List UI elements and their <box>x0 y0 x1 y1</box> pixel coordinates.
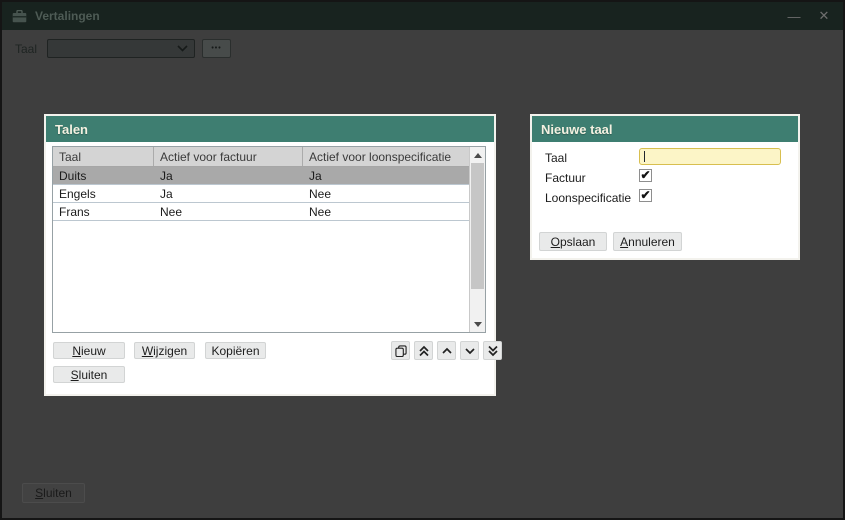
taal-toolbar-label: Taal <box>15 42 38 56</box>
factuur-checkbox[interactable]: ✔ <box>639 169 652 182</box>
wijzigen-button[interactable]: Wijzigen <box>134 342 195 359</box>
move-bottom-button[interactable] <box>483 341 502 360</box>
talen-panel-header: Talen <box>46 116 494 142</box>
toolbox-icon <box>12 9 27 22</box>
table-scrollbar[interactable] <box>469 147 485 332</box>
cell-factuur: Ja <box>160 187 173 201</box>
scrollbar-thumb[interactable] <box>471 163 484 289</box>
table-row[interactable]: Engels Ja Nee <box>53 185 470 203</box>
table-row[interactable]: Frans Nee Nee <box>53 203 470 221</box>
talen-table-header: Taal Actief voor factuur Actief voor loo… <box>53 147 470 167</box>
copy-icon <box>394 344 407 357</box>
chevron-up-icon <box>441 347 452 354</box>
scroll-up-button[interactable] <box>470 147 485 163</box>
double-chevron-up-icon <box>418 345 429 356</box>
chevron-down-icon <box>177 45 188 52</box>
titlebar: Vertalingen — ✕ <box>2 2 843 30</box>
kopieren-button[interactable]: Kopiëren <box>205 342 266 359</box>
factuur-field-label: Factuur <box>545 171 586 185</box>
loonspecificatie-checkbox[interactable]: ✔ <box>639 189 652 202</box>
close-button[interactable]: ✕ <box>815 7 833 25</box>
window-title: Vertalingen <box>35 9 100 23</box>
sluiten-footer-button[interactable]: Sluiten <box>22 483 85 503</box>
cell-factuur: Ja <box>160 169 173 183</box>
move-down-button[interactable] <box>460 341 479 360</box>
move-top-button[interactable] <box>414 341 433 360</box>
double-chevron-down-icon <box>487 345 498 356</box>
scroll-down-button[interactable] <box>470 316 485 332</box>
copy-row-button[interactable] <box>391 341 410 360</box>
cell-taal: Engels <box>59 187 96 201</box>
sluiten-panel-button[interactable]: Sluiten <box>53 366 125 383</box>
taal-field-label: Taal <box>545 151 568 165</box>
taal-browse-button[interactable]: ••• <box>202 39 231 58</box>
cell-factuur: Nee <box>160 205 183 219</box>
column-header-loonspecificatie[interactable]: Actief voor loonspecificatie <box>303 147 470 166</box>
taal-input[interactable] <box>639 148 781 165</box>
triangle-up-icon <box>473 152 482 158</box>
chevron-down-icon <box>464 347 475 354</box>
cell-taal: Frans <box>59 205 90 219</box>
opslaan-button[interactable]: Opslaan <box>539 232 607 251</box>
cell-loon: Nee <box>309 205 332 219</box>
cell-loon: Ja <box>309 169 322 183</box>
loonspecificatie-field-label: Loonspecificatie <box>545 191 632 205</box>
minimize-button[interactable]: — <box>785 7 803 25</box>
cell-loon: Nee <box>309 187 332 201</box>
table-row[interactable]: Duits Ja Ja <box>53 167 470 185</box>
talen-table: Taal Actief voor factuur Actief voor loo… <box>52 146 486 333</box>
nieuwe-taal-panel-header: Nieuwe taal <box>532 116 798 142</box>
move-up-button[interactable] <box>437 341 456 360</box>
triangle-down-icon <box>473 321 482 327</box>
column-header-taal[interactable]: Taal <box>53 147 154 166</box>
vertalingen-window: Vertalingen — ✕ Taal ••• Talen Taal Acti… <box>0 0 845 520</box>
nieuw-button[interactable]: Nieuw <box>53 342 125 359</box>
column-header-factuur[interactable]: Actief voor factuur <box>154 147 303 166</box>
taal-combobox[interactable] <box>47 39 195 58</box>
text-caret <box>644 151 645 162</box>
cell-taal: Duits <box>59 169 87 183</box>
annuleren-button[interactable]: Annuleren <box>613 232 682 251</box>
